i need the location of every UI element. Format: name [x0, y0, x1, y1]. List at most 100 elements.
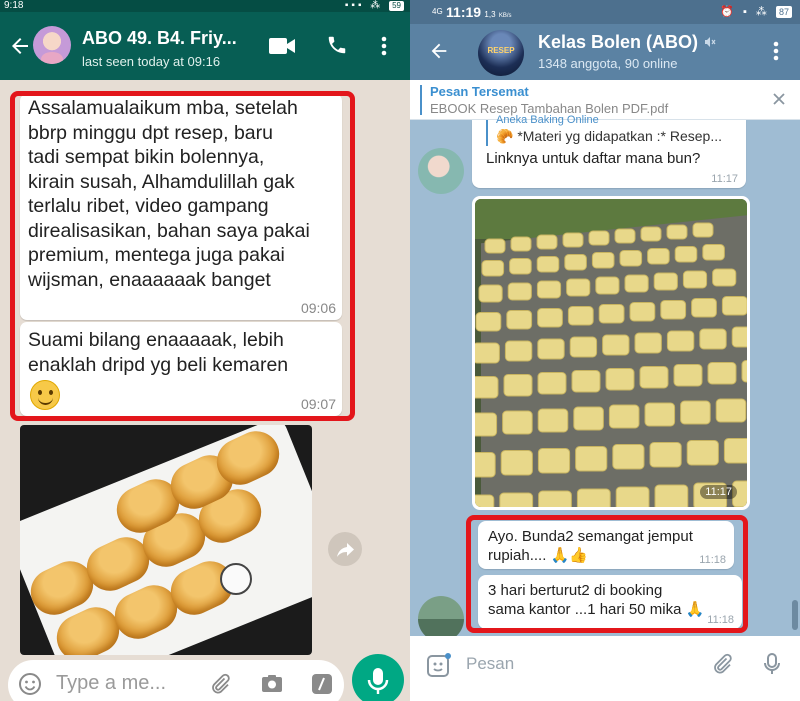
pastry-piece — [673, 364, 703, 387]
pastry-piece — [712, 268, 737, 287]
pastry-piece — [624, 274, 649, 293]
pastry-piece — [699, 328, 727, 350]
pastry-piece — [639, 366, 669, 389]
pastry-piece — [481, 260, 505, 277]
back-arrow-icon[interactable] — [8, 34, 32, 58]
photo-content: 11:17 — [475, 199, 747, 507]
pastry-piece — [538, 490, 572, 507]
pastry-piece — [686, 440, 719, 466]
group-title[interactable]: Kelas Bolen (ABO) — [538, 32, 698, 53]
pastry-piece — [509, 258, 532, 275]
reply-sender: Aneka Baking Online — [496, 114, 599, 126]
paperclip-icon[interactable] — [710, 652, 734, 676]
pastry-piece — [629, 302, 656, 322]
pastry-piece — [731, 326, 747, 348]
pastry-piece — [499, 492, 534, 507]
pastry-piece — [475, 376, 499, 399]
whatsapp-chat-screen: 9:18 ▪▪▪ ⁂ 59 ABO 49. B4. Friy... last s… — [0, 0, 410, 701]
pastry-piece — [567, 306, 594, 326]
pastry-piece — [605, 368, 635, 391]
sender-avatar[interactable] — [418, 148, 464, 194]
pastry-piece — [573, 406, 604, 431]
pastry-piece — [653, 272, 678, 291]
pastry-piece — [691, 298, 717, 318]
pastry-piece — [475, 452, 496, 478]
reply-preview[interactable]: Aneka Baking Online 🥐 *Materi yg didapat… — [486, 114, 742, 146]
more-vert-icon[interactable] — [376, 34, 392, 58]
pastry-piece — [475, 494, 495, 507]
pastry-grid — [475, 222, 747, 507]
phone-icon[interactable] — [326, 34, 348, 56]
message-input[interactable]: Pesan — [466, 654, 514, 674]
screenshot-composite: 9:18 ▪▪▪ ⁂ 59 ABO 49. B4. Friy... last s… — [0, 0, 800, 701]
more-vert-icon[interactable] — [770, 38, 782, 64]
camera-icon[interactable] — [260, 672, 284, 696]
pastry-piece — [682, 270, 708, 289]
pastry-piece — [502, 410, 533, 435]
group-member-count: 1348 anggota, 90 online — [538, 56, 678, 71]
scroll-indicator[interactable] — [792, 600, 798, 630]
photo-time: 11:17 — [700, 485, 737, 499]
last-seen-status: last seen today at 09:16 — [82, 54, 221, 69]
pastry-piece — [536, 256, 560, 273]
pastry-piece — [741, 360, 747, 383]
message-text: Linknya untuk daftar mana bun? — [486, 150, 701, 167]
wa-status-icons: ▪▪▪ ⁂ 59 — [345, 0, 404, 12]
payment-icon[interactable] — [310, 672, 334, 696]
back-arrow-icon[interactable] — [428, 40, 450, 62]
pastry-piece — [707, 362, 737, 385]
pastry-piece — [575, 446, 608, 472]
mic-icon[interactable] — [352, 654, 404, 701]
pastry-piece — [484, 238, 506, 254]
pastry-piece — [615, 486, 650, 507]
emoji-icon[interactable] — [18, 672, 42, 696]
mic-icon[interactable] — [760, 652, 784, 676]
pastry-piece — [723, 438, 747, 464]
chat-title[interactable]: ABO 49. B4. Friy... — [82, 28, 237, 49]
pastry-piece — [640, 226, 662, 242]
pastry-piece — [619, 250, 643, 267]
pastry-piece — [537, 408, 569, 433]
pastry-piece — [536, 234, 558, 250]
pastry-piece — [721, 296, 747, 316]
tg-speed: 1,3 — [484, 10, 496, 19]
pastry-piece — [478, 284, 503, 303]
video-call-icon[interactable] — [268, 36, 296, 56]
tg-battery: 87 — [775, 6, 792, 18]
image-message-tray[interactable]: 11:17 — [472, 196, 750, 510]
sticker-icon[interactable] — [426, 652, 452, 678]
group-avatar[interactable]: RESEP — [478, 30, 524, 76]
close-icon[interactable] — [772, 92, 786, 106]
wa-chat-header: ABO 49. B4. Friy... last seen today at 0… — [0, 12, 410, 80]
pastry-piece — [569, 336, 598, 358]
pastry-piece — [506, 310, 533, 330]
mute-icon — [704, 36, 716, 48]
contact-avatar[interactable] — [33, 26, 71, 64]
wa-message-input-bar[interactable]: Type a me... — [8, 660, 344, 701]
paperclip-icon[interactable] — [208, 672, 232, 696]
wa-status-bar: 9:18 ▪▪▪ ⁂ 59 — [0, 0, 410, 12]
pinned-message-bar[interactable]: Pesan Tersemat EBOOK Resep Tambahan Bole… — [410, 80, 800, 120]
tg-message-input-bar[interactable]: Pesan — [410, 636, 800, 701]
pastry-piece — [715, 398, 747, 423]
pinned-title: Pesan Tersemat — [430, 84, 529, 99]
message-bubble[interactable]: Aneka Baking Online 🥐 *Materi yg didapat… — [472, 114, 746, 188]
tg-status-icons: ⏰ ▪ ⁂ 87 — [720, 0, 792, 24]
pastry-piece — [634, 332, 662, 354]
pastry-piece — [566, 278, 591, 297]
pastry-piece — [644, 402, 676, 427]
pastry-piece — [510, 236, 532, 252]
pastry-piece — [537, 448, 571, 474]
pastry-piece — [507, 282, 532, 301]
pastry-piece — [504, 340, 533, 362]
image-message-bolen[interactable] — [20, 425, 312, 655]
pastry-piece — [680, 400, 711, 425]
pastry-piece — [647, 248, 670, 265]
pastry-piece — [649, 442, 682, 468]
pastry-piece — [475, 342, 500, 364]
pastry-piece — [614, 228, 636, 244]
share-icon[interactable] — [328, 532, 362, 566]
pastry-piece — [602, 334, 630, 356]
message-input[interactable]: Type a me... — [56, 672, 166, 695]
telegram-group-screen: 4G 11:19 1,3 KB/s ⏰ ▪ ⁂ 87 RESEP Kelas B… — [410, 0, 800, 701]
